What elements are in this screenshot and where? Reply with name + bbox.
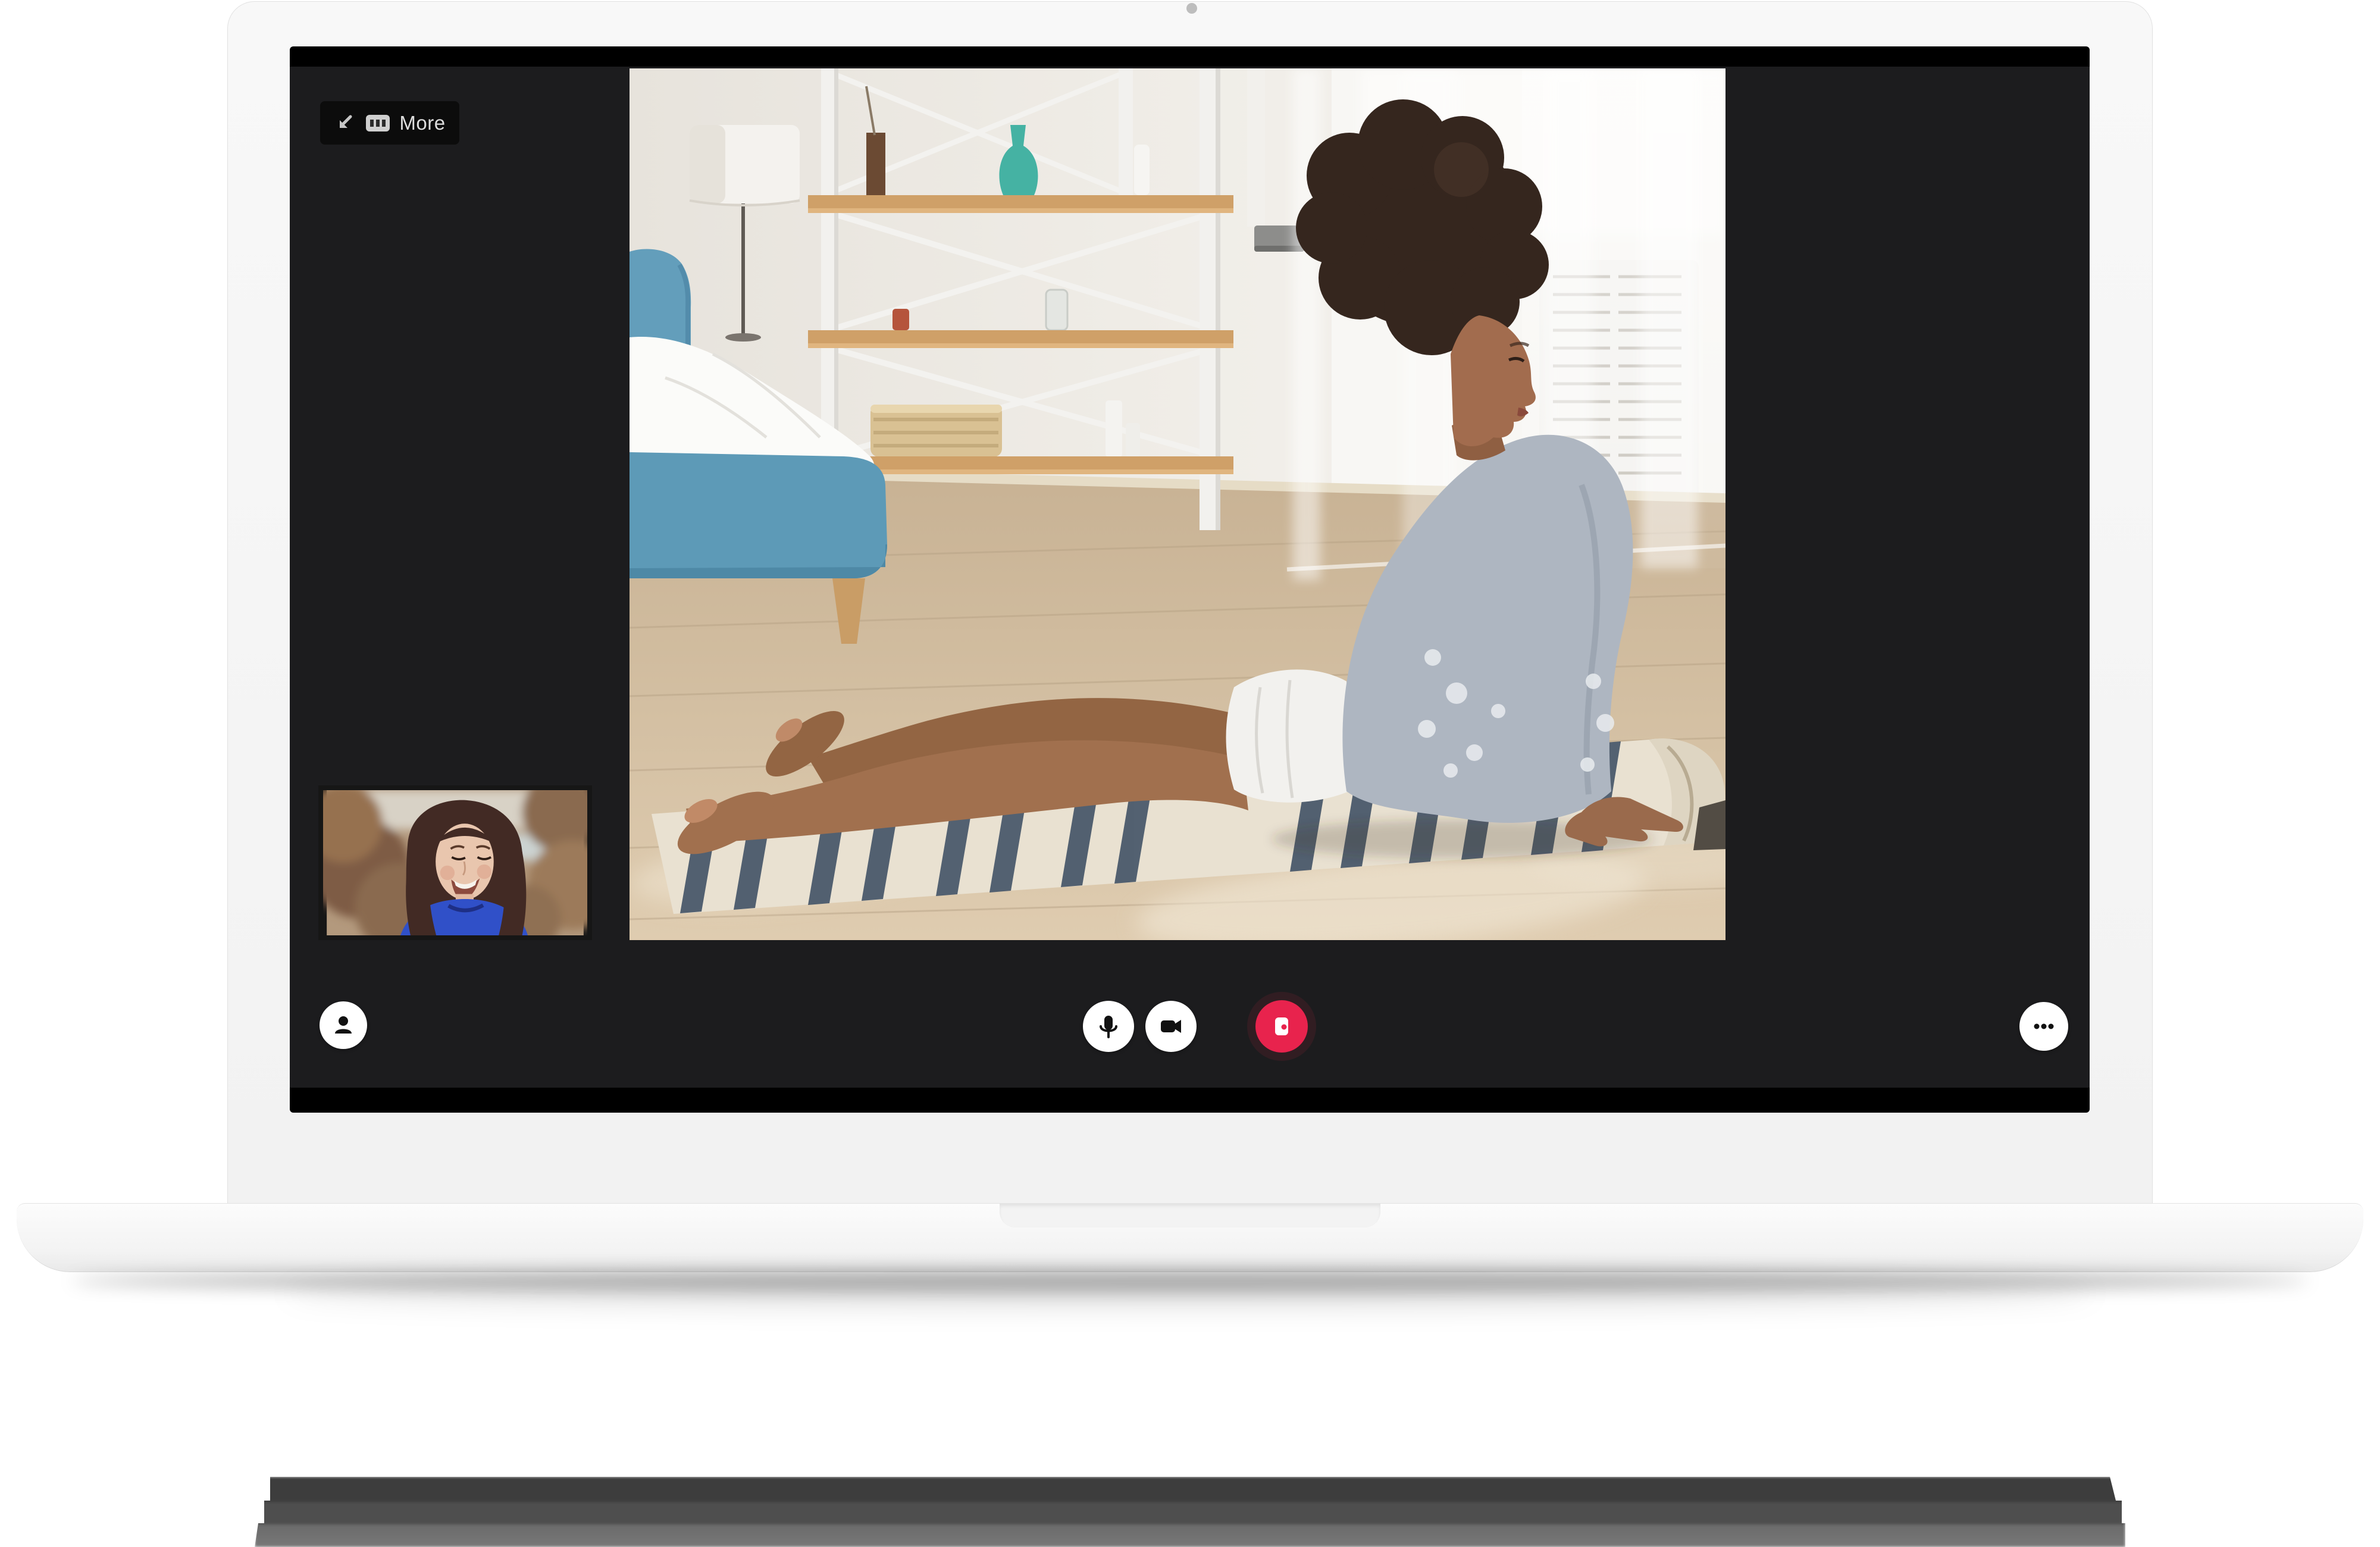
red-cup	[892, 309, 909, 330]
laptop-shadow-soft	[286, 1279, 2094, 1307]
self-view-tile[interactable]	[318, 785, 592, 940]
more-options-button[interactable]	[2019, 1002, 2068, 1051]
ellipsis-icon	[2030, 1013, 2058, 1040]
participants-button[interactable]	[320, 1001, 367, 1049]
more-button-label: More	[399, 112, 445, 134]
incense-bottle	[866, 133, 885, 195]
microphone-icon	[1094, 1012, 1123, 1041]
end-call-icon	[1268, 1013, 1295, 1040]
mattress	[630, 452, 887, 578]
main-video-tile	[630, 68, 1726, 940]
webcam-dot	[1186, 3, 1197, 14]
self-participant	[400, 800, 528, 935]
more-button[interactable]: More	[320, 101, 459, 145]
camera-button[interactable]	[1145, 1001, 1197, 1052]
microphone-button[interactable]	[1083, 1001, 1134, 1052]
white-vase	[1134, 145, 1150, 195]
glass-jar	[1046, 290, 1067, 330]
main-video-scene	[630, 68, 1726, 940]
person-icon	[330, 1012, 356, 1038]
end-call-button[interactable]	[1255, 1000, 1308, 1053]
floor-reflection	[255, 1477, 2125, 1547]
call-received-arrow-icon	[334, 112, 356, 134]
self-view-scene	[323, 790, 587, 935]
hd-badge-icon	[365, 112, 391, 134]
camera-icon	[1157, 1012, 1185, 1041]
wicker-basket	[870, 405, 1002, 457]
laptop-hinge-notch	[1000, 1204, 1380, 1227]
laptop-mockup: More	[0, 0, 2380, 1547]
window-frame	[1247, 68, 1265, 227]
